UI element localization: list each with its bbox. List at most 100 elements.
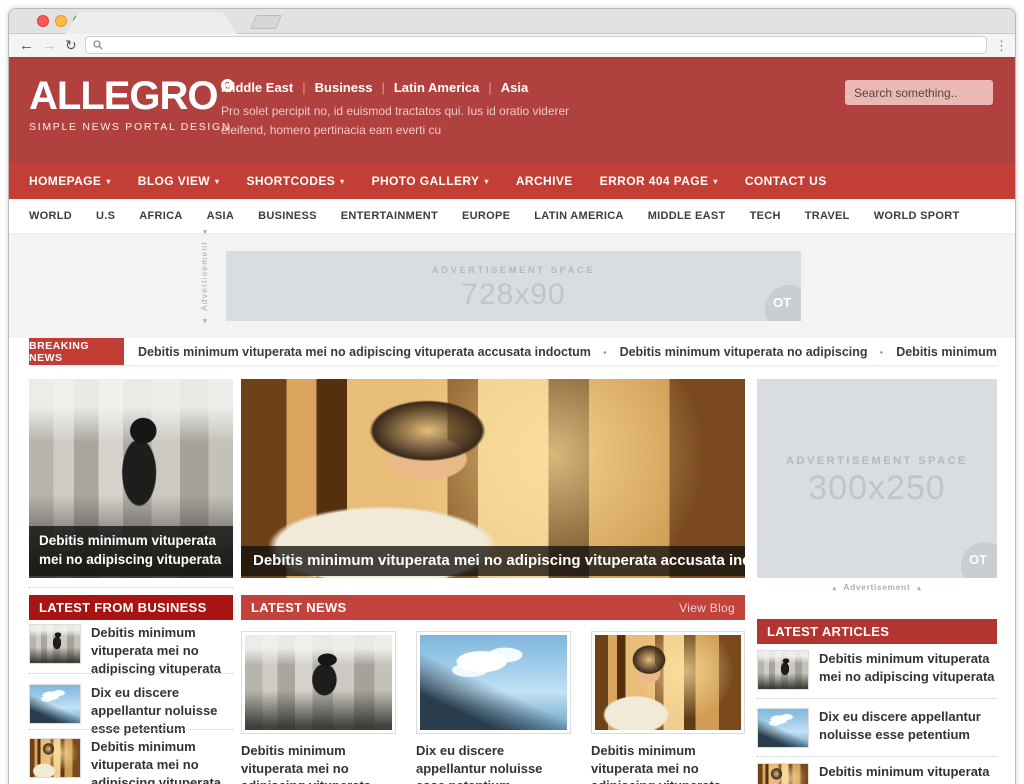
category-world-sport[interactable]: WORLD SPORT <box>874 210 960 222</box>
chevron-down-icon: ▾ <box>215 177 219 186</box>
article-thumbnail[interactable] <box>757 763 809 784</box>
article-title[interactable]: Debitis minimum vituperata mei no adipis… <box>819 650 997 690</box>
site-header: ALLEGRO SIMPLE NEWS PORTAL DESIGN Middle… <box>9 59 1015 163</box>
category-middle-east[interactable]: MIDDLE EAST <box>648 210 726 222</box>
article-thumbnail[interactable] <box>757 708 809 748</box>
article-title[interactable]: Dix eu discere appellantur noluisse esse… <box>819 708 997 748</box>
nav-label: PHOTO GALLERY <box>372 174 480 188</box>
header-search-box[interactable] <box>845 80 993 105</box>
ticker-item[interactable]: Debitis minimum vituperata no adipiscing <box>620 345 868 359</box>
business-list-item[interactable]: Debitis minimum vituperata mei no adipis… <box>29 624 233 678</box>
url-bar[interactable] <box>85 36 987 54</box>
nav-item-archive[interactable]: ARCHIVE <box>516 174 573 188</box>
category-world[interactable]: WORLD <box>29 210 72 222</box>
news-card[interactable]: Debitis minimum vituperata mei no adipis… <box>591 631 745 784</box>
breaking-news-ticker: Debitis minimum vituperata mei no adipis… <box>124 338 997 365</box>
advertisement-bottom-label: ▴ Advertisement ▴ <box>757 582 997 592</box>
top-link[interactable]: Latin America <box>394 80 480 95</box>
view-blog-link[interactable]: View Blog <box>679 601 735 615</box>
article-title[interactable]: Debitis minimum vituperata mei no adipis… <box>91 738 233 784</box>
featured-left-title[interactable]: Debitis minimum vituperata mei no adipis… <box>29 526 233 576</box>
article-title[interactable]: Debitis minimum vituperata mei no adipis… <box>819 763 997 784</box>
category-us[interactable]: U.S <box>96 210 115 222</box>
close-window-button[interactable] <box>37 15 49 27</box>
forward-icon[interactable]: → <box>42 34 57 57</box>
url-input[interactable] <box>109 39 979 51</box>
articles-list-item[interactable]: Debitis minimum vituperata mei no adipis… <box>757 650 997 690</box>
ad-title: ADVERTISEMENT SPACE <box>226 265 801 276</box>
article-image[interactable] <box>591 631 745 734</box>
category-africa[interactable]: AFRICA <box>139 210 182 222</box>
browser-tab[interactable] <box>65 12 237 34</box>
category-business[interactable]: BUSINESS <box>258 210 317 222</box>
site-logo[interactable]: ALLEGRO SIMPLE NEWS PORTAL DESIGN <box>29 76 234 133</box>
nav-item-contact-us[interactable]: CONTACT US <box>745 174 827 188</box>
chevron-down-icon: ▾ <box>713 177 717 186</box>
search-input[interactable] <box>854 86 1009 100</box>
business-list-item[interactable]: Debitis minimum vituperata mei no adipis… <box>29 738 233 784</box>
article-title[interactable]: Dix eu discere appellantur noluisse esse… <box>416 743 542 784</box>
divider <box>757 756 997 757</box>
news-card[interactable]: Debitis minimum vituperata mei no adipis… <box>241 631 396 784</box>
chevron-down-icon: ▾ <box>484 177 488 186</box>
back-icon[interactable]: ← <box>19 34 34 57</box>
article-image[interactable] <box>416 631 571 734</box>
header-top-links: Middle East|Business|Latin America|Asia <box>221 80 528 95</box>
article-thumbnail[interactable] <box>29 624 81 664</box>
nav-label: SHORTCODES <box>246 174 335 188</box>
url-search-icon <box>93 40 103 50</box>
section-title: LATEST FROM BUSINESS <box>39 600 207 615</box>
divider <box>29 673 233 674</box>
leaderboard-ad[interactable]: ADVERTISEMENT SPACE 728x90 OT <box>226 251 801 321</box>
ad-badge: OT <box>961 542 997 578</box>
article-image[interactable] <box>241 631 396 734</box>
category-travel[interactable]: TRAVEL <box>805 210 850 222</box>
articles-list-item[interactable]: Dix eu discere appellantur noluisse esse… <box>757 708 997 748</box>
divider <box>757 698 997 699</box>
article-title[interactable]: Debitis minimum vituperata mei no adipis… <box>91 624 233 678</box>
category-europe[interactable]: EUROPE <box>462 210 510 222</box>
triangle-icon: ▴ <box>917 585 921 592</box>
refresh-icon[interactable]: ↻ <box>65 34 77 57</box>
top-link[interactable]: Business <box>315 80 373 95</box>
nav-item-photo-gallery[interactable]: PHOTO GALLERY ▾ <box>372 174 489 188</box>
featured-main-title[interactable]: Debitis minimum vituperata mei no adipis… <box>241 546 745 576</box>
article-thumbnail[interactable] <box>29 684 81 724</box>
nav-label: BLOG VIEW <box>138 174 210 188</box>
kebab-menu-icon[interactable]: ⋮ <box>995 34 1008 57</box>
article-title[interactable]: Debitis minimum vituperata mei no adipis… <box>591 743 721 784</box>
ticker-item[interactable]: Debitis minimum vituperata mei no adipis… <box>896 345 997 359</box>
ad-size: 300x250 <box>757 469 997 508</box>
section-title: LATEST ARTICLES <box>767 624 889 639</box>
top-link[interactable]: Middle East <box>221 80 293 95</box>
ad-size: 728x90 <box>226 278 801 312</box>
article-title[interactable]: Debitis minimum vituperata mei no adipis… <box>241 743 371 784</box>
category-latin-america[interactable]: LATIN AMERICA <box>534 210 623 222</box>
ticker-item[interactable]: Debitis minimum vituperata mei no adipis… <box>138 345 591 359</box>
category-entertainment[interactable]: ENTERTAINMENT <box>341 210 438 222</box>
triangle-icon: ▴ <box>833 585 837 592</box>
article-thumbnail[interactable] <box>757 650 809 690</box>
advertisement-label-text: Advertisement <box>843 582 910 592</box>
article-thumbnail[interactable] <box>29 738 81 778</box>
nav-item-blog-view[interactable]: BLOG VIEW ▾ <box>138 174 220 188</box>
ad-zone: ▴ Advertisement ▴ ADVERTISEMENT SPACE 72… <box>9 234 1015 338</box>
articles-list-item[interactable]: Debitis minimum vituperata mei no adipis… <box>757 763 997 784</box>
featured-article-left[interactable]: Debitis minimum vituperata mei no adipis… <box>29 379 233 578</box>
category-tech[interactable]: TECH <box>750 210 781 222</box>
rectangle-ad[interactable]: ADVERTISEMENT SPACE 300x250 OT <box>757 379 997 578</box>
top-link[interactable]: Asia <box>501 80 528 95</box>
category-asia[interactable]: ASIA <box>207 210 234 222</box>
browser-window: ← → ↻ ⋮ ALLEGRO SIMPLE NEWS PORTAL DESIG… <box>8 8 1016 784</box>
minimize-window-button[interactable] <box>55 15 67 27</box>
nav-item-shortcodes[interactable]: SHORTCODES▾ <box>246 174 344 188</box>
featured-article-main[interactable]: Debitis minimum vituperata mei no adipis… <box>241 379 745 578</box>
section-header-business: LATEST FROM BUSINESS <box>29 595 233 620</box>
main-nav: HOMEPAGE▾ BLOG VIEW▾ SHORTCODES▾ PHOTO G… <box>9 163 1015 199</box>
nav-item-homepage[interactable]: HOMEPAGE▾ <box>29 174 111 188</box>
breaking-news-label: BREAKING NEWS <box>29 338 124 365</box>
nav-item-error-404[interactable]: ERROR 404 PAGE▾ <box>600 174 718 188</box>
pipe-separator: | <box>488 80 491 95</box>
news-card[interactable]: Dix eu discere appellantur noluisse esse… <box>416 631 571 784</box>
new-tab-button[interactable] <box>250 15 282 29</box>
